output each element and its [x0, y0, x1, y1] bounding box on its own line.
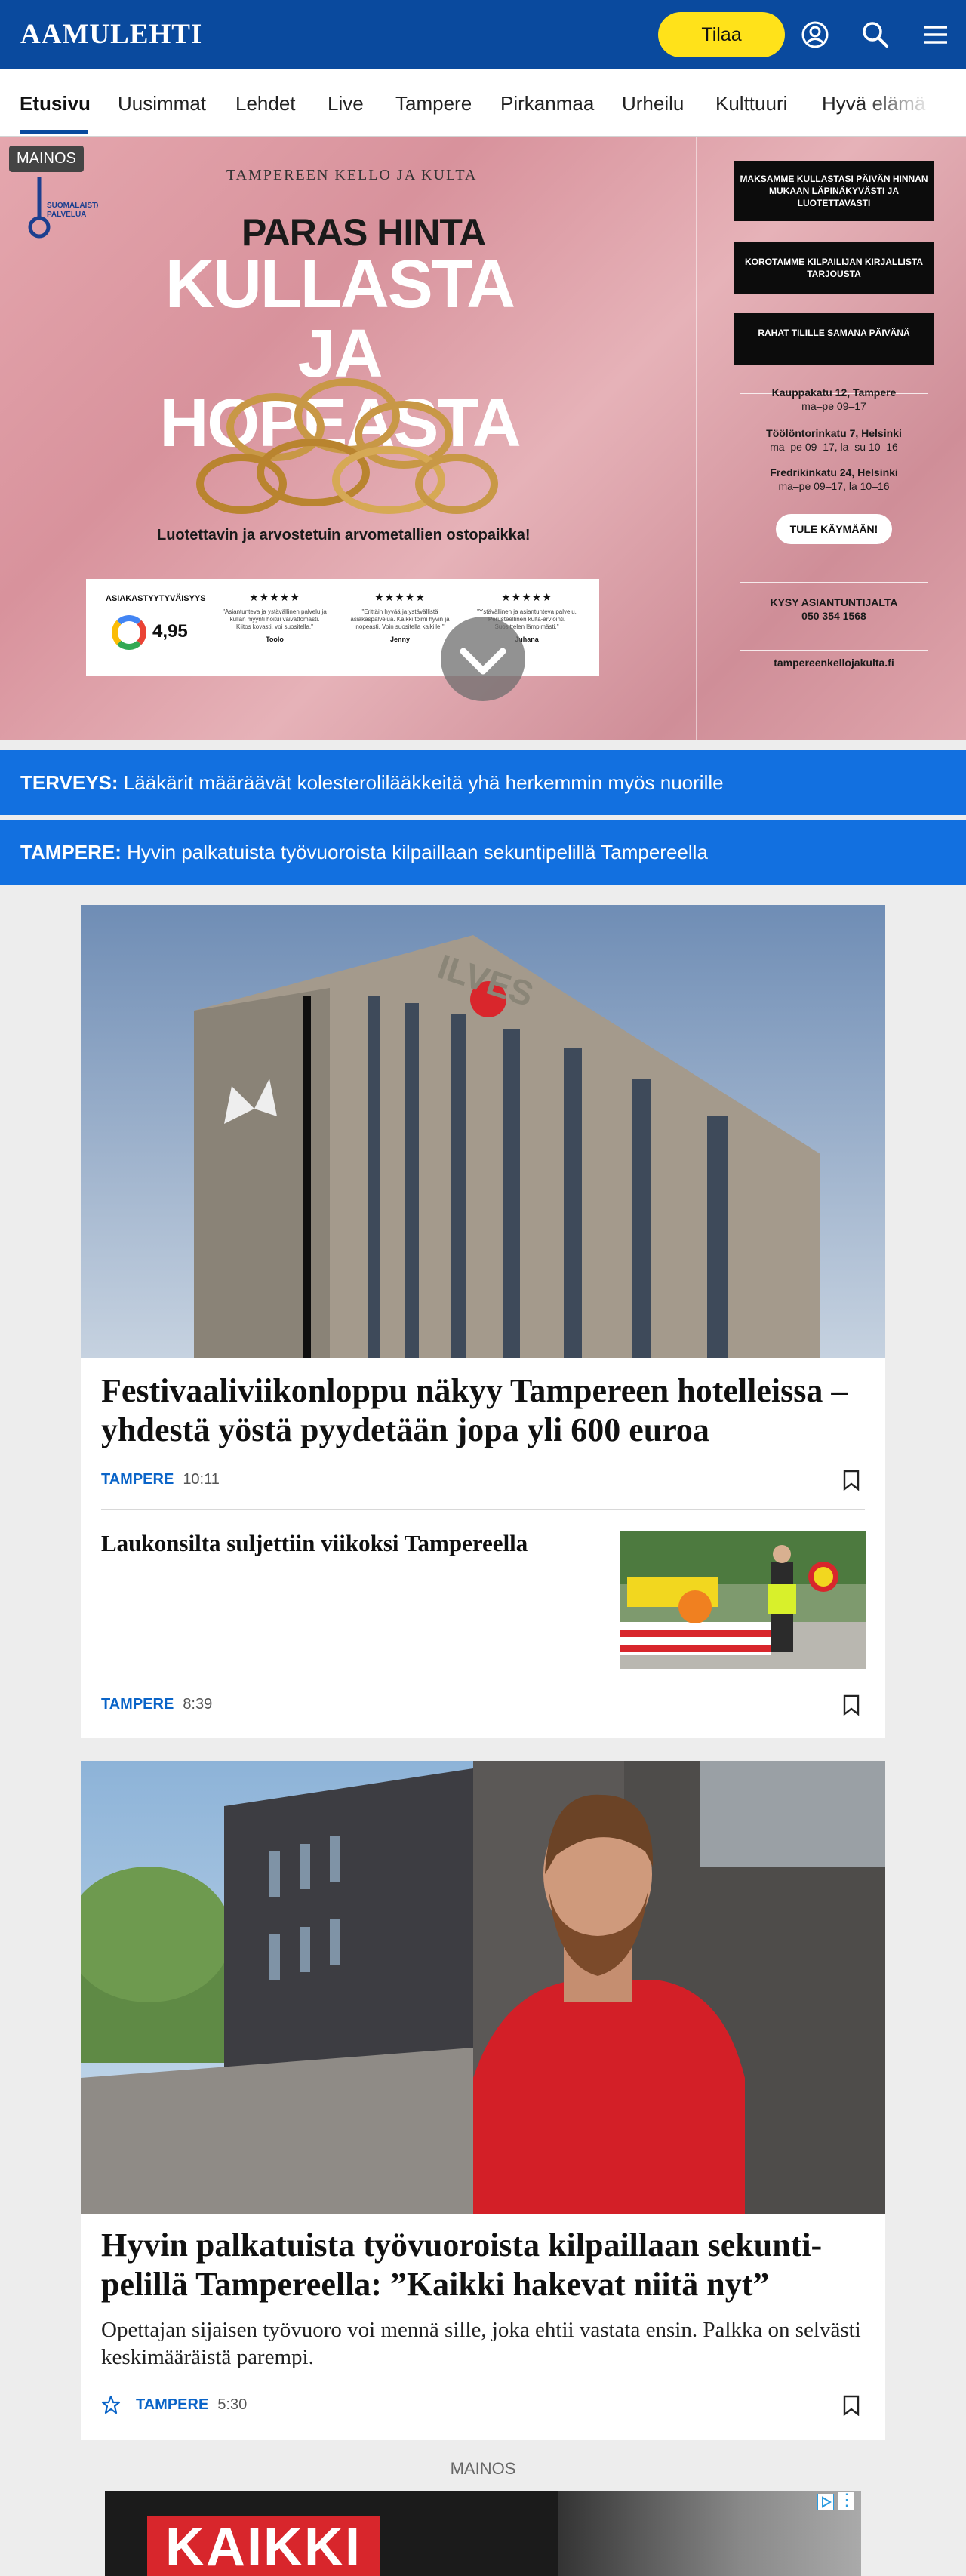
- ad-tagline: Luotettavin ja arvostetuin arvometallien…: [157, 527, 531, 543]
- ad-banner[interactable]: SUOMALAISTA PALVELUA MAINOS TAMPEREEN KE…: [0, 137, 966, 740]
- ticker-link[interactable]: TERVEYS: Lääkärit määräävät kolesterolil…: [0, 750, 966, 815]
- location-address: Fredrikinkatu 24, Helsinki: [770, 466, 898, 479]
- ad-expand-button[interactable]: [441, 617, 525, 701]
- article-card: Hyvin palkatuista työvuoroista kilpailla…: [81, 1761, 885, 2440]
- stars-icon: ★★★★★: [501, 591, 552, 603]
- article-time: 5:30: [217, 2396, 248, 2413]
- ad-website[interactable]: tampereenkellojakulta.fi: [709, 656, 958, 669]
- ad-label: MAINOS: [9, 146, 84, 172]
- bridge-closed-image[interactable]: [620, 1531, 866, 1669]
- ad-brand: TAMPEREEN KELLO JA KULTA: [226, 167, 478, 183]
- ad-divider: [696, 137, 697, 740]
- stars-icon: ★★★★★: [249, 591, 300, 603]
- nav-item-kulttuuri[interactable]: Kulttuuri: [715, 92, 787, 115]
- location-hours: ma–pe 09–17, la 10–16: [778, 480, 890, 492]
- google-icon: [112, 615, 146, 650]
- hotel-image[interactable]: ILVES: [81, 905, 885, 1358]
- ticker-section: TERVEYS:: [20, 771, 118, 794]
- article-section[interactable]: TAMPERE: [136, 2396, 208, 2413]
- ad-contact: KYSY ASIANTUNTIJALTA 050 354 1568: [709, 596, 958, 623]
- review-item: ★★★★★ "Erittäin hyvää ja ystävällistä as…: [347, 591, 453, 643]
- review-item: ★★★★★ "Asiantunteva ja ystävällinen palv…: [222, 591, 328, 643]
- seal-icon: SUOMALAISTA PALVELUA: [28, 177, 98, 239]
- headline-line-2: yhdestä yöstä pyydetään jopa yli 600 eur…: [101, 1411, 709, 1448]
- chevron-down-icon: [460, 648, 506, 675]
- article-headline[interactable]: Laukonsilta suljettiin viikoksi Tamperee…: [101, 1528, 569, 1559]
- adchoices-icon[interactable]: [817, 2494, 834, 2510]
- nav-item-live[interactable]: Live: [328, 92, 364, 115]
- nav-item-tampere[interactable]: Tampere: [395, 92, 472, 115]
- ad-location: Töölöntorinkatu 7, Helsinki ma–pe 09–17,…: [709, 426, 958, 454]
- nav-scroll-fade: [860, 69, 966, 136]
- ad-separator: [740, 582, 928, 583]
- ad-benefit-block: MAKSAMME KULLASTASI PÄIVÄN HINNAN MUKAAN…: [734, 161, 934, 221]
- article-lead: Opettajan sijaisen työvuoro voi mennä si…: [101, 2318, 861, 2369]
- bookmark-icon[interactable]: [843, 1470, 860, 1491]
- divider: [101, 1509, 865, 1510]
- ticker-text: Lääkärit määräävät kolesterolilääkkeitä …: [118, 771, 724, 794]
- bookmark-icon[interactable]: [843, 1694, 860, 1716]
- ticker-text: Hyvin palkatuista työvuoroista kilpailla…: [121, 841, 708, 863]
- ticker-link[interactable]: TAMPERE: Hyvin palkatuista työvuoroista …: [0, 820, 966, 885]
- headline-line-1: Hyvin palkatuista työvuoroista kilpailla…: [101, 2227, 823, 2264]
- ad-benefit-block: RAHAT TILILLE SAMANA PÄIVÄNÄ: [734, 313, 934, 365]
- headline-line-1: Festivaaliviikonloppu näkyy Tampereen ho…: [101, 1372, 848, 1409]
- site-logo[interactable]: AAMULEHTI: [20, 18, 202, 51]
- article-headline[interactable]: Festivaaliviikonloppu näkyy Tampereen ho…: [101, 1371, 848, 1450]
- article-time: 10:11: [183, 1471, 220, 1488]
- contact-title: KYSY ASIANTUNTIJALTA: [770, 596, 898, 608]
- nav-active-indicator: [20, 130, 88, 134]
- bookmark-icon[interactable]: [843, 2395, 860, 2416]
- nav-item-etusivu[interactable]: Etusivu: [20, 92, 91, 115]
- review-name: Toolo: [266, 636, 284, 643]
- seal-text-1: SUOMALAISTA: [47, 202, 98, 210]
- stars-icon: ★★★★★: [374, 591, 426, 603]
- menu-icon[interactable]: [919, 18, 952, 51]
- article-meta: TAMPERE 8:39: [101, 1696, 212, 1713]
- nav-item-urheilu[interactable]: Urheilu: [622, 92, 684, 115]
- ad-location: Kauppakatu 12, Tampere ma–pe 09–17: [709, 386, 958, 413]
- location-hours: ma–pe 09–17, la–su 10–16: [770, 441, 898, 453]
- ad-label: MAINOS: [450, 2459, 516, 2478]
- review-text: "Erittäin hyvää ja ystävällistä asiakasp…: [350, 608, 450, 630]
- article-time: 8:39: [183, 1696, 213, 1713]
- ad-banner-2[interactable]: KAIKKI ⋮: [105, 2491, 861, 2576]
- location-address: Kauppakatu 12, Tampere: [771, 386, 897, 399]
- search-icon[interactable]: [859, 18, 892, 51]
- nav-item-uusimmat[interactable]: Uusimmat: [118, 92, 206, 115]
- review-name: Jenny: [389, 636, 410, 643]
- ad-cta-button[interactable]: TULE KÄYMÄÄN!: [776, 514, 892, 544]
- nav-item-lehdet[interactable]: Lehdet: [235, 92, 296, 115]
- contact-phone: 050 354 1568: [801, 610, 866, 622]
- seal-text-2: PALVELUA: [47, 211, 86, 219]
- more-options-icon[interactable]: ⋮: [838, 2491, 855, 2510]
- ad2-headline: KAIKKI: [147, 2516, 380, 2576]
- subscribe-button[interactable]: Tilaa: [658, 12, 785, 57]
- location-hours: ma–pe 09–17: [801, 400, 866, 412]
- article-headline[interactable]: Hyvin palkatuista työvuoroista kilpailla…: [101, 2226, 822, 2304]
- section-nav: Etusivu Uusimmat Lehdet Live Tampere Pir…: [0, 69, 966, 137]
- site-header: AAMULEHTI Tilaa: [0, 0, 966, 69]
- user-icon[interactable]: [798, 18, 832, 51]
- ticker-section: TAMPERE:: [20, 841, 122, 863]
- article-section[interactable]: TAMPERE: [101, 1471, 174, 1488]
- ad-location: Fredrikinkatu 24, Helsinki ma–pe 09–17, …: [709, 466, 958, 493]
- ad-separator: [740, 650, 928, 651]
- article-meta: TAMPERE 5:30: [136, 2396, 247, 2414]
- man-portrait-image[interactable]: [81, 1761, 885, 2214]
- article-card: ILVES Festivaaliviikonloppu näkyy Tamper…: [81, 905, 885, 1738]
- review-score: 4,95: [152, 621, 188, 642]
- article-section[interactable]: TAMPERE: [101, 1696, 174, 1713]
- ad-benefit-block: KOROTAMME KILPAILIJAN KIRJALLISTA TARJOU…: [734, 242, 934, 294]
- article-meta: TAMPERE 10:11: [101, 1471, 220, 1488]
- ad-headline-line-1: KULLASTA: [165, 247, 515, 322]
- ad2-photo: [558, 2491, 861, 2576]
- review-title: ASIAKASTYYTYVÄISYYS: [106, 594, 206, 603]
- location-address: Töölöntorinkatu 7, Helsinki: [766, 427, 902, 439]
- star-icon: [101, 2395, 121, 2414]
- review-text: "Asiantunteva ja ystävällinen palvelu ja…: [223, 608, 327, 630]
- headline-line-2: pelillä Tampereella: ”Kaikki hakevat nii…: [101, 2266, 770, 2303]
- nav-item-pirkanmaa[interactable]: Pirkanmaa: [500, 92, 594, 115]
